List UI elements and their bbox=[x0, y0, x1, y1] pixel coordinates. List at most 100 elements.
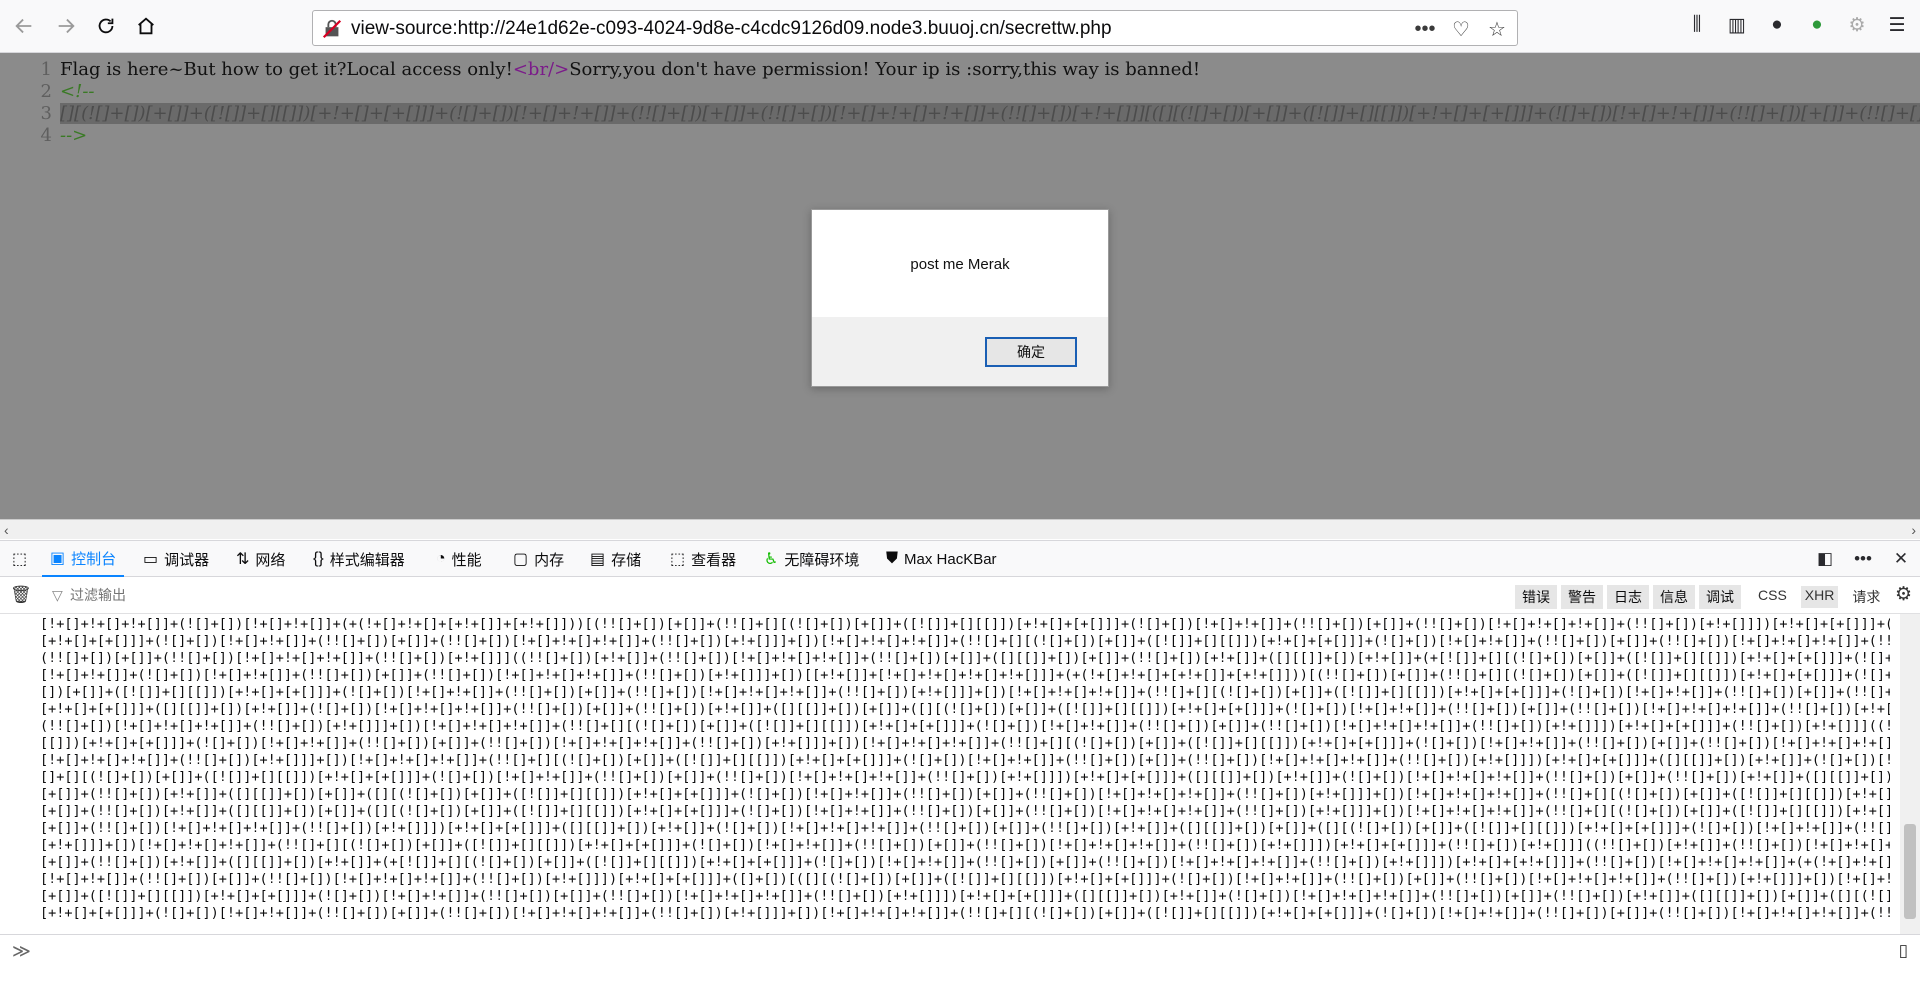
tab-label: 存储 bbox=[611, 551, 642, 569]
arrow-left-icon bbox=[15, 18, 32, 34]
url-text[interactable]: view-source:http://24e1d62e-c093-4024-9d… bbox=[351, 18, 1112, 40]
more-options-icon[interactable]: ••• bbox=[1852, 548, 1874, 570]
tab-max-hackbar[interactable]: ⛊ Max HacKBar bbox=[878, 541, 1005, 577]
console-line: [+[]]+(!![]+[])[+!+[]]+([][[]]+[])[+[]]+… bbox=[40, 786, 1890, 802]
memory-icon: ▢ bbox=[513, 551, 529, 568]
dialog-ok-button[interactable]: 确定 bbox=[985, 337, 1077, 367]
tab-label: 内存 bbox=[534, 551, 565, 569]
console-filter-bar: 🗑 ▽ 错误 警告 日志 信息 调试 CSS XHR 请求 ⚙ bbox=[0, 577, 1920, 614]
line-number: 1 bbox=[40, 59, 52, 80]
tab-label: 控制台 bbox=[71, 550, 117, 568]
extension-green-icon[interactable]: ● bbox=[1804, 12, 1830, 38]
reload-button[interactable] bbox=[90, 10, 122, 42]
source-tag: <br/> bbox=[512, 59, 570, 80]
source-line-3: 3 [][(![]+[])[+[]]+([![]]+[][[]])[+!+[]+… bbox=[0, 103, 1920, 125]
filter-xhr[interactable]: XHR bbox=[1800, 586, 1839, 608]
extension-gear-icon[interactable]: ⚙ bbox=[1844, 12, 1870, 38]
trash-icon[interactable]: 🗑 bbox=[10, 585, 32, 605]
split-console-icon[interactable]: ▯ bbox=[1899, 941, 1908, 961]
console-line: [!+[]+!+[]]+(![]+[])[!+[]+!+[]]+(!![]+[]… bbox=[40, 667, 1890, 683]
performance-icon: ◔ bbox=[436, 550, 446, 567]
more-actions-icon[interactable]: ••• bbox=[1413, 17, 1437, 41]
scroll-right-icon[interactable]: › bbox=[1911, 522, 1916, 538]
source-text: Flag is here~But how to get it?Local acc… bbox=[60, 59, 513, 80]
source-selected-text[interactable]: [][(![]+[])[+[]]+([![]]+[][[]])[+!+[]+[+… bbox=[60, 103, 1920, 124]
console-input-bar[interactable]: ≫ ▯ bbox=[0, 934, 1920, 991]
scrollbar-thumb[interactable] bbox=[1904, 824, 1916, 919]
tab-storage[interactable]: ▤ 存储 bbox=[582, 541, 649, 577]
close-icon[interactable]: ✕ bbox=[1890, 548, 1912, 570]
dock-icon[interactable]: ◧ bbox=[1814, 548, 1836, 570]
back-button[interactable] bbox=[8, 10, 40, 42]
url-bar[interactable]: view-source:http://24e1d62e-c093-4024-9d… bbox=[312, 10, 1518, 46]
line-number: 2 bbox=[40, 81, 52, 102]
scroll-left-icon[interactable]: ‹ bbox=[4, 522, 9, 538]
tab-style-editor[interactable]: {} 样式编辑器 bbox=[305, 541, 413, 577]
insecure-lock-icon[interactable] bbox=[321, 18, 343, 40]
console-line: [!+[]+!+[]+!+[]]+(![]+[])[!+[]+!+[]]+(+(… bbox=[40, 616, 1890, 632]
menu-icon[interactable]: ☰ bbox=[1884, 12, 1910, 38]
filter-icon: ▽ bbox=[52, 587, 63, 603]
filter-debug[interactable]: 调试 bbox=[1699, 585, 1741, 609]
console-line: [+!+[]+[+[]]]+(![]+[])[!+[]+!+[]]+(!![]+… bbox=[40, 633, 1890, 649]
console-line: [])[+[]]+([![]]+[][[]])[+!+[]+[+[]]]+(![… bbox=[40, 684, 1890, 700]
tab-label: 样式编辑器 bbox=[329, 551, 405, 569]
console-line: []+[][(![]+[])[+[]]+([![]]+[][[]])[+!+[]… bbox=[40, 769, 1890, 785]
tab-accessibility[interactable]: ♿ 无障碍环境 bbox=[756, 541, 867, 577]
filter-logs[interactable]: 日志 bbox=[1607, 585, 1649, 609]
tab-inspector[interactable]: ⬚ 查看器 bbox=[662, 541, 744, 577]
alert-dialog: post me Merak 确定 bbox=[811, 209, 1109, 387]
tab-label: 性能 bbox=[451, 551, 482, 569]
tab-memory[interactable]: ▢ 内存 bbox=[505, 541, 572, 577]
source-line-2: 2 <!-- bbox=[0, 81, 1920, 103]
tab-performance[interactable]: ◔ 性能 bbox=[428, 541, 490, 577]
console-line: [+[]]+(!![]+[])[!+[]+!+[]+!+[]]+(!![]+[]… bbox=[40, 820, 1890, 836]
console-icon: ▣ bbox=[50, 550, 66, 567]
storage-icon: ▤ bbox=[590, 551, 606, 568]
arrow-right-icon bbox=[58, 18, 75, 34]
tab-network[interactable]: ⇅ 网络 bbox=[228, 541, 293, 577]
bookmark-star-icon[interactable]: ☆ bbox=[1485, 17, 1509, 41]
console-line: [+[]]+(!![]+[])[+!+[]]+([][[]]+[])[+[]]+… bbox=[40, 803, 1890, 819]
filter-errors[interactable]: 错误 bbox=[1515, 585, 1557, 609]
console-line: [+[]]+([![]]+[][[]])[+!+[]+[+[]]]+(![]+[… bbox=[40, 888, 1890, 904]
pocket-icon[interactable]: ♡ bbox=[1449, 17, 1473, 41]
page-content: 1 Flag is here~But how to get it?Local a… bbox=[0, 53, 1920, 519]
dialog-message: post me Merak bbox=[910, 256, 1010, 273]
tab-debugger[interactable]: ▭ 调试器 bbox=[135, 541, 217, 577]
source-line-4: 4 --> bbox=[0, 125, 1920, 147]
console-line: [!+[]+!+[]]+(!![]+[])[+[]]+(!![]+[])[!+[… bbox=[40, 871, 1890, 887]
tab-label: 查看器 bbox=[691, 551, 737, 569]
inspector-icon: ⬚ bbox=[670, 551, 686, 568]
console-scrollbar[interactable] bbox=[1900, 614, 1920, 934]
account-icon[interactable]: ● bbox=[1764, 12, 1790, 38]
sidebar-icon[interactable]: ▥ bbox=[1724, 12, 1750, 38]
filter-input[interactable] bbox=[70, 584, 570, 606]
debugger-icon: ▭ bbox=[143, 551, 159, 568]
horizontal-scrollbar[interactable]: ‹ › bbox=[0, 519, 1920, 539]
tab-label: 无障碍环境 bbox=[784, 551, 860, 569]
filter-css[interactable]: CSS bbox=[1754, 586, 1791, 608]
accessibility-icon: ♿ bbox=[764, 551, 779, 568]
console-line: [+!+[]+[+[]]]+([][[]]+[])[+!+[]]+(![]+[]… bbox=[40, 701, 1890, 717]
console-line: [!+[]+!+[]+!+[]]+(!![]+[])[+!+[]]]+[])[!… bbox=[40, 752, 1890, 768]
library-icon[interactable]: ⫼ bbox=[1684, 12, 1710, 38]
console-line: [+[]]+(!![]+[])[+!+[]]+([][[]]+[])[+!+[]… bbox=[40, 854, 1890, 870]
devtools-toolbar: ⬚ ▣ 控制台 ▭ 调试器 ⇅ 网络 {} 样式编辑器 ◔ 性能 ▢ 内存 ▤ 存储 ⬚ 查看器… bbox=[0, 540, 1920, 577]
filter-info[interactable]: 信息 bbox=[1653, 585, 1695, 609]
browser-toolbar: view-source:http://24e1d62e-c093-4024-9d… bbox=[0, 0, 1920, 53]
dialog-message-area: post me Merak bbox=[812, 210, 1108, 317]
tab-label: 调试器 bbox=[164, 551, 210, 569]
tab-console[interactable]: ▣ 控制台 bbox=[42, 541, 125, 577]
element-picker-button[interactable]: ⬚ bbox=[4, 541, 35, 577]
source-comment: <!-- bbox=[60, 81, 95, 102]
console-output: [!+[]+!+[]+!+[]]+(![]+[])[!+[]+!+[]]+(+(… bbox=[0, 614, 1920, 934]
reload-icon bbox=[98, 18, 114, 34]
source-text: Sorry,you don't have permission! Your ip… bbox=[569, 59, 1201, 80]
filter-warnings[interactable]: 警告 bbox=[1561, 585, 1603, 609]
home-button[interactable] bbox=[130, 10, 162, 42]
picker-icon: ⬚ bbox=[12, 551, 28, 568]
forward-button[interactable] bbox=[50, 10, 82, 42]
filter-requests[interactable]: 请求 bbox=[1848, 586, 1884, 608]
gear-icon[interactable]: ⚙ bbox=[1895, 583, 1912, 606]
